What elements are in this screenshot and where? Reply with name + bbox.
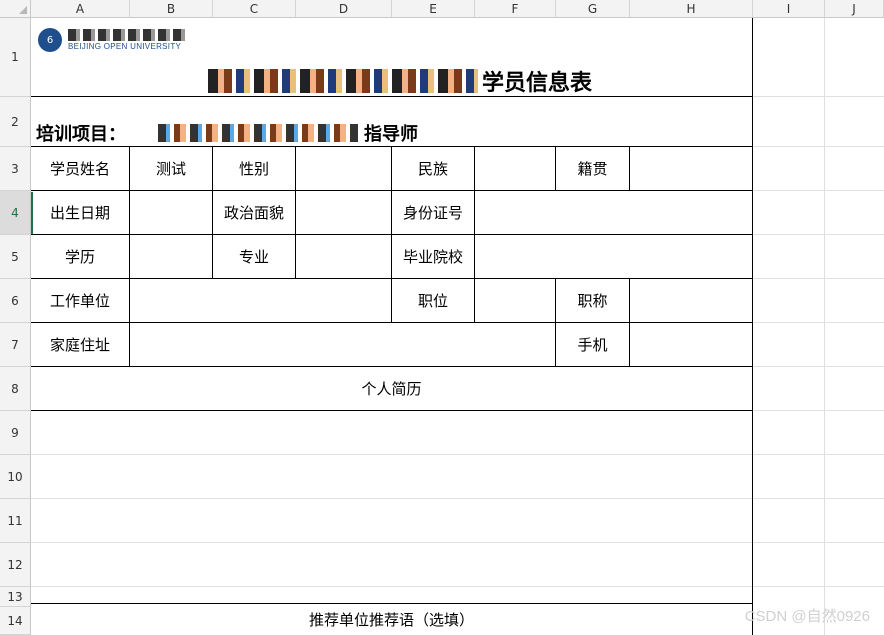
form-title-suffix: 学员信息表 [481,70,592,96]
cell-school-label[interactable]: 毕业院校 [392,235,474,278]
cell-birth-value[interactable] [130,191,212,234]
university-logo: 6 BEIJING OPEN UNIVERSITY [38,28,208,54]
cell-school-value[interactable] [475,235,752,278]
gridline [753,190,884,191]
logo-name-redacted [68,29,188,41]
row-header-5[interactable]: 5 [0,235,31,279]
row-header-9[interactable]: 9 [0,411,31,455]
row-header-8[interactable]: 8 [0,367,31,411]
cell-work-value[interactable] [130,279,391,322]
gridline [753,278,884,279]
column-header-e[interactable]: E [392,0,475,18]
logo-emblem-icon: 6 [38,28,62,52]
cell-name-value[interactable]: 测试 [130,147,212,190]
gridline [753,410,884,411]
column-header-g[interactable]: G [556,0,630,18]
training-project[interactable]: 培训项目： 指导师 [36,118,513,148]
cell-position-label[interactable]: 职位 [392,279,474,322]
row-header-3[interactable]: 3 [0,147,31,191]
row-header-4[interactable]: 4 [0,191,31,235]
cell-political-value[interactable] [296,191,391,234]
cell-edu-label[interactable]: 学历 [31,235,129,278]
cell-resume-label[interactable]: 个人简历 [31,367,752,410]
cell-gender-label[interactable]: 性别 [213,147,295,190]
column-header-b[interactable]: B [130,0,213,18]
cell-resume-content[interactable] [31,411,752,603]
cell-position-value[interactable] [475,279,555,322]
gridline [753,322,884,323]
training-redacted [158,123,358,142]
cell-address-value[interactable] [130,323,555,366]
column-header-j[interactable]: J [825,0,884,18]
cell-phone-value[interactable] [630,323,752,366]
row-header-1[interactable]: 1 [0,18,31,97]
cell-gender-value[interactable] [296,147,391,190]
form-title[interactable]: 学员信息表 [150,62,650,100]
training-field[interactable]: 指导师 [128,120,513,147]
column-header-i[interactable]: I [753,0,825,18]
cell-major-value[interactable] [296,235,391,278]
gridline [753,146,884,147]
training-label: 培训项目： [36,124,126,145]
cell-ethnic-value[interactable] [475,147,555,190]
column-header-c[interactable]: C [213,0,296,18]
row-header-2[interactable]: 2 [0,97,31,147]
cell-name-label[interactable]: 学员姓名 [31,147,129,190]
logo-subtitle: BEIJING OPEN UNIVERSITY [68,42,182,51]
training-suffix: 指导师 [364,123,418,145]
row-header-10[interactable]: 10 [0,455,31,499]
cell-address-label[interactable]: 家庭住址 [31,323,129,366]
cell-ethnic-label[interactable]: 民族 [392,147,474,190]
cell-birth-label[interactable]: 出生日期 [31,191,129,234]
gridline [753,234,884,235]
cell-political-label[interactable]: 政治面貌 [213,191,295,234]
row-header-14[interactable]: 14 [0,607,31,635]
cell-title-label[interactable]: 职称 [556,279,629,322]
cell-id-value[interactable] [475,191,752,234]
column-header-h[interactable]: H [630,0,753,18]
gridline [753,96,884,97]
row-header-7[interactable]: 7 [0,323,31,367]
cell-id-label[interactable]: 身份证号 [392,191,474,234]
form-border [752,18,753,635]
cell-edu-value[interactable] [130,235,212,278]
cell-origin-label[interactable]: 籍贯 [556,147,629,190]
gridline [753,366,884,367]
title-redacted [207,69,478,93]
row-header-12[interactable]: 12 [0,543,31,587]
select-all-corner[interactable] [0,0,31,18]
cell-work-label[interactable]: 工作单位 [31,279,129,322]
cell-recommend-label[interactable]: 推荐单位推荐语（选填） [31,604,752,635]
column-header-a[interactable]: A [31,0,130,18]
cell-major-label[interactable]: 专业 [213,235,295,278]
row-header-11[interactable]: 11 [0,499,31,543]
spreadsheet[interactable]: A B C D E F G H I J 1 2 3 4 5 6 7 8 9 10… [0,0,884,635]
row-header-13[interactable]: 13 [0,587,31,607]
csdn-watermark: CSDN @自然0926 [744,608,870,625]
cell-phone-label[interactable]: 手机 [556,323,629,366]
column-header-f[interactable]: F [475,0,556,18]
column-header-d[interactable]: D [296,0,392,18]
cell-title-value[interactable] [630,279,752,322]
cell-origin-value[interactable] [630,147,752,190]
row-header-6[interactable]: 6 [0,279,31,323]
